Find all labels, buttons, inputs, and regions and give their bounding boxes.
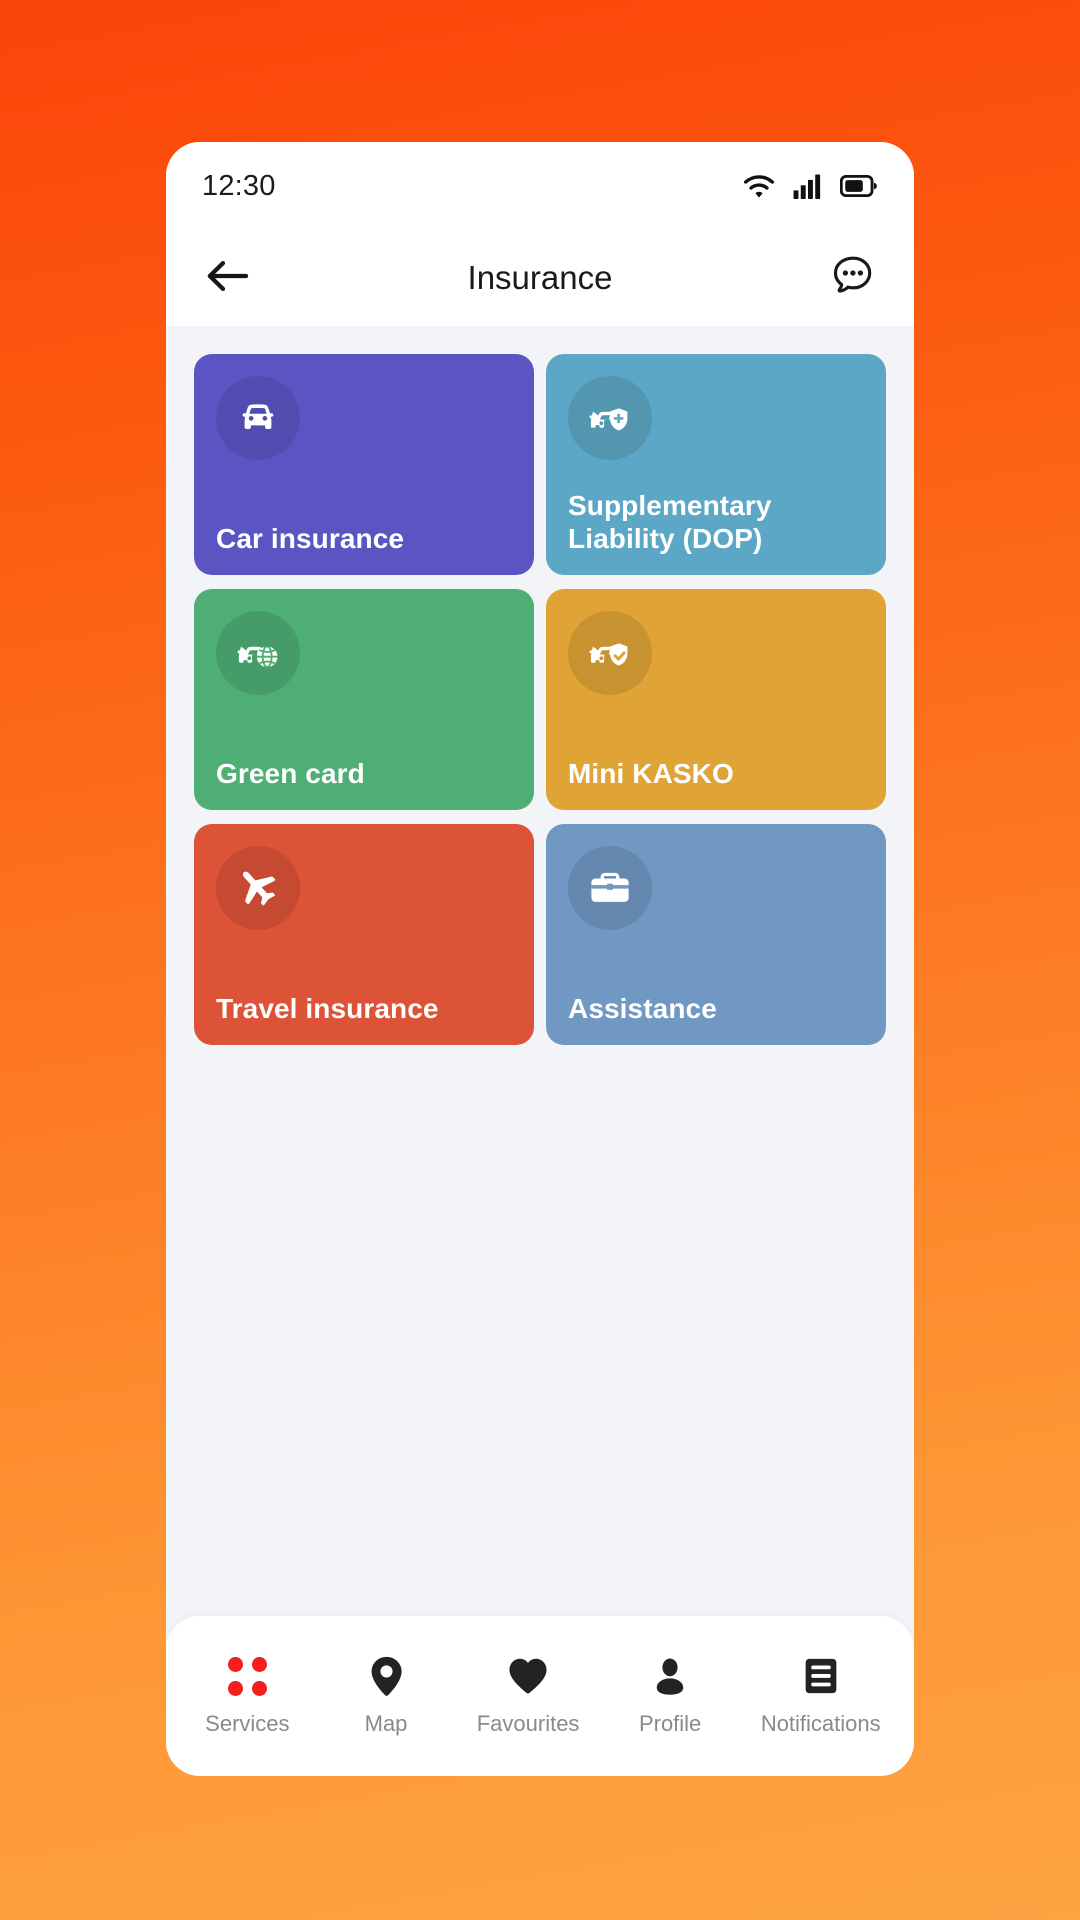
arrow-left-icon [206, 259, 250, 298]
nav-item-services[interactable]: Services [199, 1655, 295, 1737]
card-travel-insurance[interactable]: Travel insurance [194, 824, 534, 1045]
content-area: Car insurance Supplementary Liability (D… [166, 326, 914, 1616]
card-green-card[interactable]: Green card [194, 589, 534, 810]
card-icon-wrap [568, 846, 652, 930]
status-bar-icons [742, 173, 878, 199]
card-assistance[interactable]: Assistance [546, 824, 886, 1045]
wifi-icon [742, 173, 776, 199]
insurance-card-grid: Car insurance Supplementary Liability (D… [194, 354, 886, 1045]
back-button[interactable] [200, 250, 256, 306]
nav-item-favourites[interactable]: Favourites [476, 1655, 580, 1737]
list-lines-icon [803, 1655, 839, 1697]
nav-label: Favourites [476, 1711, 580, 1736]
card-icon-wrap [568, 611, 652, 695]
status-bar: 12:30 [166, 142, 914, 230]
grid-dots-icon [227, 1655, 267, 1697]
car-shield-plus-icon [584, 392, 636, 444]
heart-icon [508, 1655, 548, 1697]
nav-label: Services [205, 1711, 290, 1736]
nav-item-notifications[interactable]: Notifications [761, 1655, 881, 1737]
cellular-signal-icon [793, 173, 823, 199]
card-label: Assistance [568, 992, 717, 1024]
app-header: Insurance [166, 230, 914, 326]
page-title: Insurance [467, 259, 613, 296]
card-mini-kasko[interactable]: Mini KASKO [546, 589, 886, 810]
bottom-navigation-bar: Services Map Favourites Profile Notifica… [166, 1616, 914, 1776]
nav-label: Notifications [760, 1711, 881, 1736]
card-icon-wrap [568, 376, 652, 460]
card-icon-wrap [216, 846, 300, 930]
briefcase-icon [586, 864, 634, 912]
card-label: Green card [216, 757, 365, 789]
nav-item-profile[interactable]: Profile [622, 1655, 718, 1737]
person-icon [653, 1655, 687, 1697]
card-label: Travel insurance [216, 992, 439, 1024]
map-pin-icon [370, 1655, 403, 1697]
phone-frame: 12:30 Insurance Car insurance Supplement… [166, 142, 914, 1776]
car-front-icon [233, 393, 283, 443]
chat-bubble-dots-icon [828, 252, 876, 305]
battery-icon [840, 174, 878, 198]
nav-label: Profile [638, 1711, 702, 1736]
card-supplementary-liability[interactable]: Supplementary Liability (DOP) [546, 354, 886, 575]
airplane-icon [234, 864, 282, 912]
nav-item-map[interactable]: Map [338, 1655, 434, 1737]
car-globe-icon [232, 627, 284, 679]
card-icon-wrap [216, 611, 300, 695]
card-label: Mini KASKO [568, 757, 734, 789]
card-label: Supplementary Liability (DOP) [568, 489, 772, 554]
chat-button[interactable] [824, 250, 880, 306]
status-bar-clock: 12:30 [202, 169, 276, 202]
car-shield-check-icon [584, 627, 636, 679]
card-label: Car insurance [216, 522, 405, 554]
card-car-insurance[interactable]: Car insurance [194, 354, 534, 575]
card-icon-wrap [216, 376, 300, 460]
nav-label: Map [364, 1711, 408, 1736]
